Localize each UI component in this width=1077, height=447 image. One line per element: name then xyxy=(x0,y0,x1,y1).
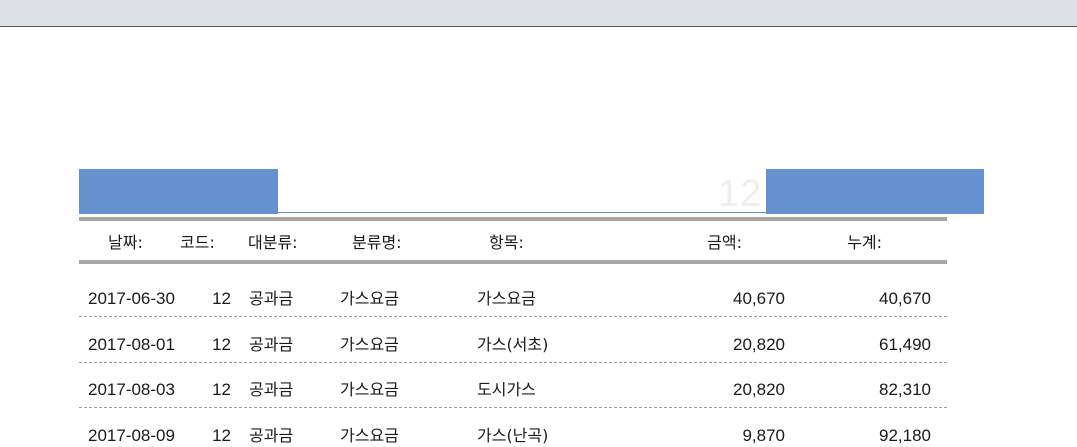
cell-major-category: 공과금 xyxy=(249,380,294,399)
header-band-underline xyxy=(278,212,766,213)
column-header-bottom-rule xyxy=(79,260,947,264)
cell-item: 가스요금 xyxy=(477,289,536,308)
cell-category-name: 가스요금 xyxy=(340,289,399,308)
column-header-category-name: 분류명: xyxy=(352,233,402,252)
cell-cumulative: 82,310 xyxy=(879,380,931,399)
cell-amount: 20,820 xyxy=(733,380,785,399)
cell-amount: 9,870 xyxy=(742,426,785,445)
cell-date: 2017-06-30 xyxy=(88,289,175,308)
column-header-code: 코드: xyxy=(180,233,215,252)
cell-date: 2017-08-09 xyxy=(88,426,175,445)
table-row: 2017-08-09 12 공과금 가스요금 가스(난곡) 9,870 92,1… xyxy=(79,426,947,447)
row-separator xyxy=(79,407,947,408)
table-row: 2017-06-30 12 공과금 가스요금 가스요금 40,670 40,67… xyxy=(79,289,947,335)
column-header-amount: 금액: xyxy=(707,233,742,252)
cell-category-name: 가스요금 xyxy=(340,426,399,445)
cell-category-name: 가스요금 xyxy=(340,335,399,354)
cell-date: 2017-08-01 xyxy=(88,335,175,354)
cell-date: 2017-08-03 xyxy=(88,380,175,399)
row-separator xyxy=(79,316,947,317)
cell-cumulative: 61,490 xyxy=(879,335,931,354)
header-ghost-number: 12 xyxy=(718,173,763,215)
column-header-top-rule xyxy=(79,217,947,221)
cell-cumulative: 40,670 xyxy=(879,289,931,308)
cell-major-category: 공과금 xyxy=(249,289,294,308)
cell-code: 12 xyxy=(212,335,231,354)
window-top-bar xyxy=(0,0,1077,27)
column-header-cumulative: 누계: xyxy=(847,233,882,252)
cell-code: 12 xyxy=(212,380,231,399)
table-row: 2017-08-01 12 공과금 가스요금 가스(서초) 20,820 61,… xyxy=(79,335,947,381)
row-separator xyxy=(79,362,947,363)
cell-cumulative: 92,180 xyxy=(879,426,931,445)
cell-item: 가스(난곡) xyxy=(477,426,549,445)
header-band-left-block xyxy=(79,169,278,214)
cell-code: 12 xyxy=(212,426,231,445)
column-header-date: 날짜: xyxy=(108,233,143,252)
column-header-major-category: 대분류: xyxy=(248,233,298,252)
cell-item: 도시가스 xyxy=(477,380,536,399)
cell-code: 12 xyxy=(212,289,231,308)
cell-category-name: 가스요금 xyxy=(340,380,399,399)
header-band-right-block xyxy=(766,169,984,214)
cell-item: 가스(서초) xyxy=(477,335,549,354)
table-row: 2017-08-03 12 공과금 가스요금 도시가스 20,820 82,31… xyxy=(79,380,947,426)
column-header-item: 항목: xyxy=(489,233,524,252)
cell-major-category: 공과금 xyxy=(249,426,294,445)
cell-major-category: 공과금 xyxy=(249,335,294,354)
cell-amount: 40,670 xyxy=(733,289,785,308)
cell-amount: 20,820 xyxy=(733,335,785,354)
